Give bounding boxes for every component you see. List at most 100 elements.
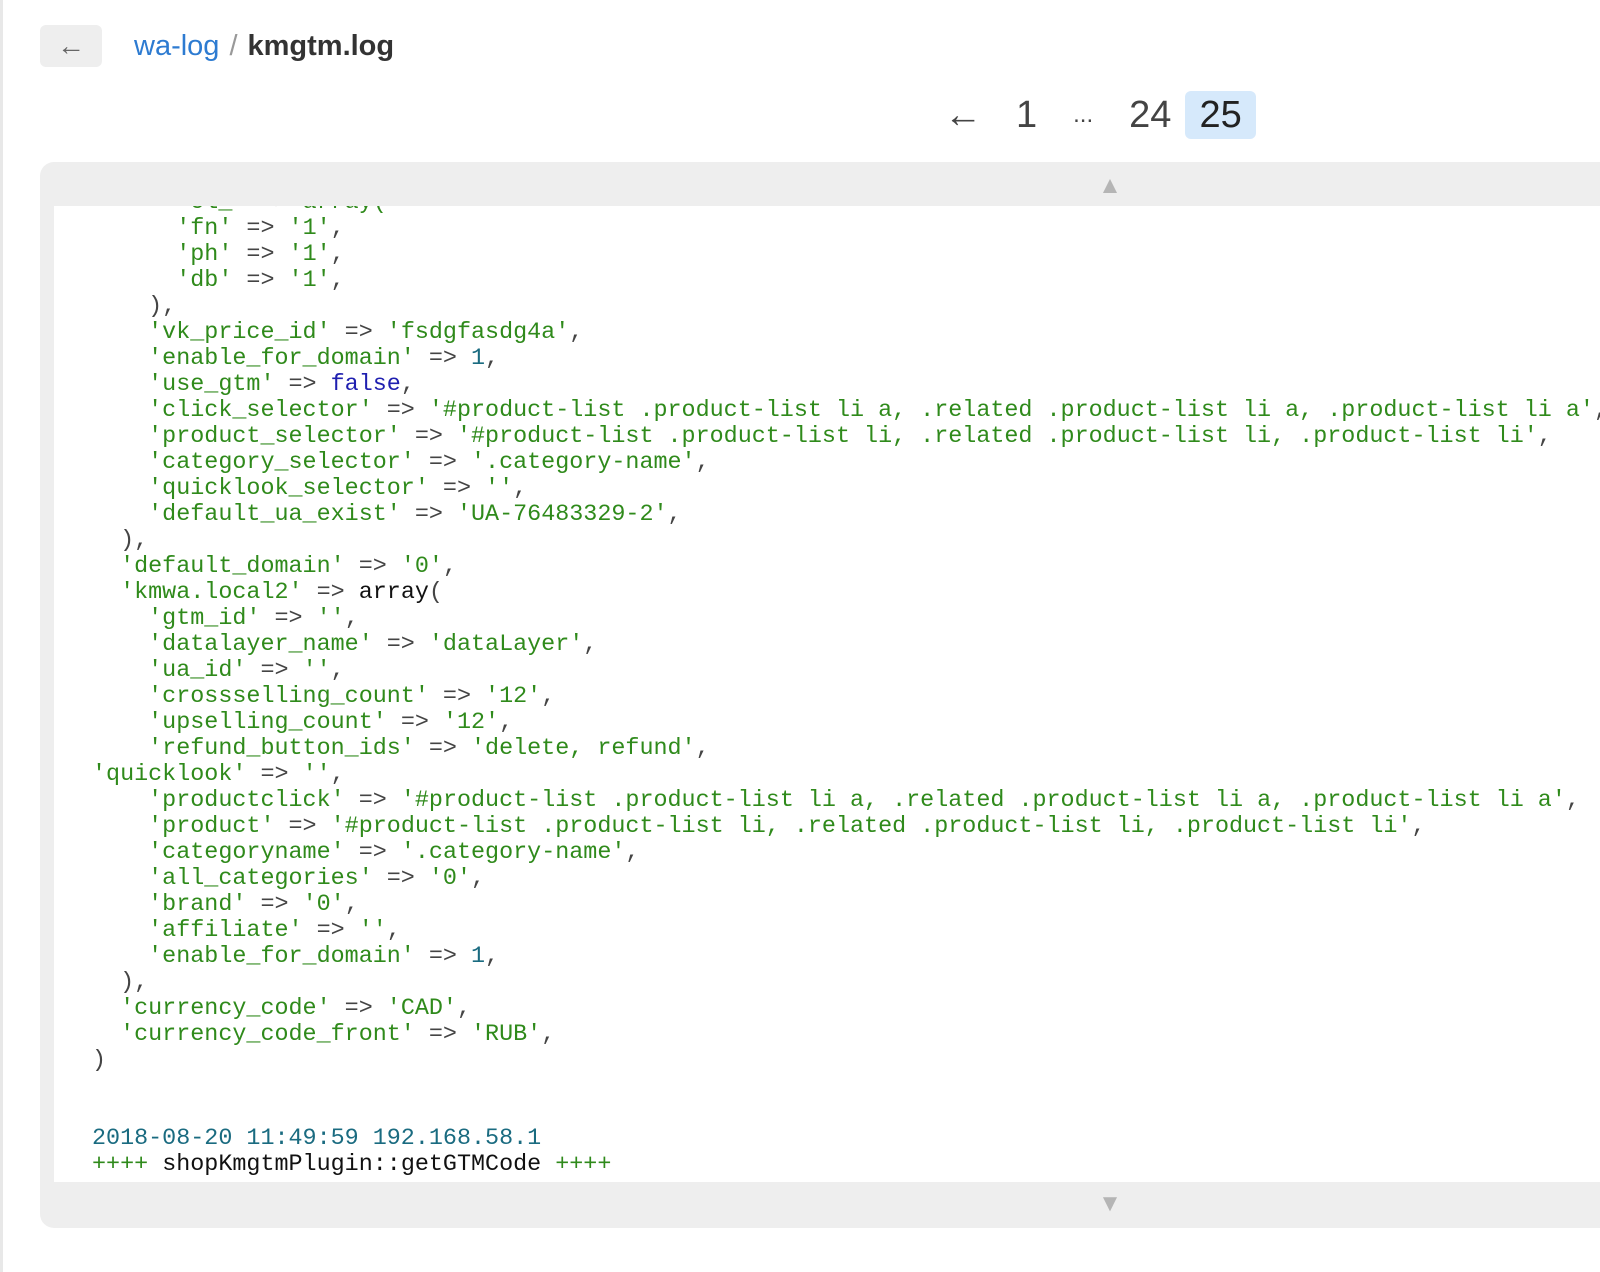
log-token: => <box>246 892 303 918</box>
log-token: , <box>330 216 345 242</box>
log-token: 'kmwa.local2' <box>92 580 303 606</box>
log-line: 'cl_' => array( <box>92 206 1600 216</box>
log-content[interactable]: 'cl_' => array( 'fn' => '1', 'ph' => '1'… <box>54 206 1600 1182</box>
log-token: '.category-name' <box>400 840 626 866</box>
log-token: => <box>414 736 471 762</box>
log-line: 'product_selector' => '#product-list .pr… <box>92 424 1600 450</box>
log-token: , <box>513 476 528 502</box>
log-token: => <box>274 372 331 398</box>
log-line <box>92 1074 1600 1100</box>
log-token: 'enable_for_domain' <box>92 944 415 970</box>
log-token: => <box>400 502 457 528</box>
breadcrumb-link-wa-log[interactable]: wa-log <box>134 30 219 63</box>
log-line: 'all_categories' => '0', <box>92 866 1600 892</box>
log-line: 'enable_for_domain' => 1, <box>92 944 1600 970</box>
log-token: , <box>1411 814 1426 840</box>
log-line: 'quicklook' => '', <box>92 762 1600 788</box>
arrow-left-icon: ← <box>57 30 85 61</box>
log-token: ( <box>428 580 443 606</box>
log-line: 'currency_code_front' => 'RUB', <box>92 1022 1600 1048</box>
log-token: 'upselling_count' <box>92 710 387 736</box>
pagination-page-24[interactable]: 24 <box>1115 91 1185 139</box>
log-token: 'refund_button_ids' <box>92 736 415 762</box>
log-line: 'gtm_id' => '', <box>92 606 1600 632</box>
log-line: ++++ shopKmgtmPlugin::getGTMCode ++++ <box>92 1152 1600 1178</box>
log-token: 1 <box>471 944 486 970</box>
log-token: '#product-list .product-list li, .relate… <box>330 814 1412 840</box>
breadcrumb-current-file: kmgtm.log <box>247 29 395 62</box>
scroll-up-icon[interactable]: ▲ <box>1098 174 1122 198</box>
log-line: 'brand' => '0', <box>92 892 1600 918</box>
log-token: , <box>583 632 598 658</box>
log-token: , <box>330 762 345 788</box>
breadcrumb-separator: / <box>229 29 238 62</box>
log-token: => <box>330 996 387 1022</box>
log-token: , <box>386 918 401 944</box>
pagination-page-1[interactable]: 1 <box>1002 91 1051 139</box>
log-token: 'all_categories' <box>92 866 373 892</box>
log-token: shopKmgtmPlugin::getGTMCode <box>148 1152 556 1178</box>
log-line: 'ua_id' => '', <box>92 658 1600 684</box>
pagination: ← 1 ... 24 25 <box>930 90 1256 140</box>
log-line: ) <box>92 1048 1600 1074</box>
log-token: , <box>485 346 500 372</box>
log-token: => <box>330 320 387 346</box>
log-token: ), <box>92 528 149 554</box>
log-token: 'affiliate' <box>92 918 303 944</box>
log-token: , <box>1537 424 1552 450</box>
log-line: 'click_selector' => '#product-list .prod… <box>92 398 1600 424</box>
log-token: 'gtm_id' <box>92 606 261 632</box>
pagination-ellipsis: ... <box>1073 101 1094 128</box>
log-token: '1' <box>288 242 331 268</box>
log-token: 'enable_for_domain' <box>92 346 415 372</box>
log-token: '1' <box>288 216 331 242</box>
log-token: ), <box>92 970 149 996</box>
log-token: => <box>232 268 289 294</box>
log-token: 'vk_price_id' <box>92 320 331 346</box>
log-token: array( <box>303 206 387 216</box>
scroll-down-icon[interactable]: ▼ <box>1098 1192 1122 1216</box>
back-button[interactable]: ← <box>40 25 102 67</box>
log-line: 'refund_button_ids' => 'delete, refund', <box>92 736 1600 762</box>
log-line: 'quicklook_selector' => '', <box>92 476 1600 502</box>
log-token: , <box>485 944 500 970</box>
log-token: , <box>569 320 584 346</box>
log-token: '' <box>316 606 345 632</box>
log-token: => <box>260 606 317 632</box>
log-line <box>92 1100 1600 1126</box>
log-line: 'currency_code' => 'CAD', <box>92 996 1600 1022</box>
pagination-prev-button[interactable]: ← <box>930 91 996 139</box>
log-token: 'default_ua_exist' <box>92 502 401 528</box>
log-token: 'datalayer_name' <box>92 632 373 658</box>
pagination-page-25-current[interactable]: 25 <box>1185 91 1256 139</box>
log-token: '' <box>485 476 514 502</box>
log-token: 'product_selector' <box>92 424 401 450</box>
log-token: => <box>400 424 457 450</box>
log-token: '0' <box>428 866 472 892</box>
log-line: 'use_gtm' => false, <box>92 372 1600 398</box>
log-line: 'enable_for_domain' => 1, <box>92 346 1600 372</box>
log-token: ++++ <box>92 1152 149 1178</box>
log-token: , <box>499 710 514 736</box>
log-token: '' <box>358 918 387 944</box>
log-line: ), <box>92 528 1600 554</box>
log-token: '#product-list .product-list li, .relate… <box>456 424 1538 450</box>
log-token: ), <box>92 294 177 320</box>
log-token: , <box>330 658 345 684</box>
log-token: , <box>625 840 640 866</box>
log-token: => <box>414 1022 471 1048</box>
log-line: 'affiliate' => '', <box>92 918 1600 944</box>
log-line: ), <box>92 294 1600 320</box>
log-token: '.category-name' <box>471 450 696 476</box>
log-token: => <box>246 762 303 788</box>
log-token: => <box>414 346 471 372</box>
log-token: ++++ <box>555 1152 612 1178</box>
log-token: 'quicklook_selector' <box>92 476 429 502</box>
log-token: 'currency_code_front' <box>92 1022 415 1048</box>
log-token: , <box>1565 788 1580 814</box>
log-token: => <box>344 788 401 814</box>
log-viewer: ▲ 'cl_' => array( 'fn' => '1', 'ph' => '… <box>40 162 1600 1228</box>
log-token: '12' <box>442 710 500 736</box>
log-token: '#product-list .product-list li a, .rela… <box>428 398 1594 424</box>
log-token: 'dataLayer' <box>428 632 584 658</box>
